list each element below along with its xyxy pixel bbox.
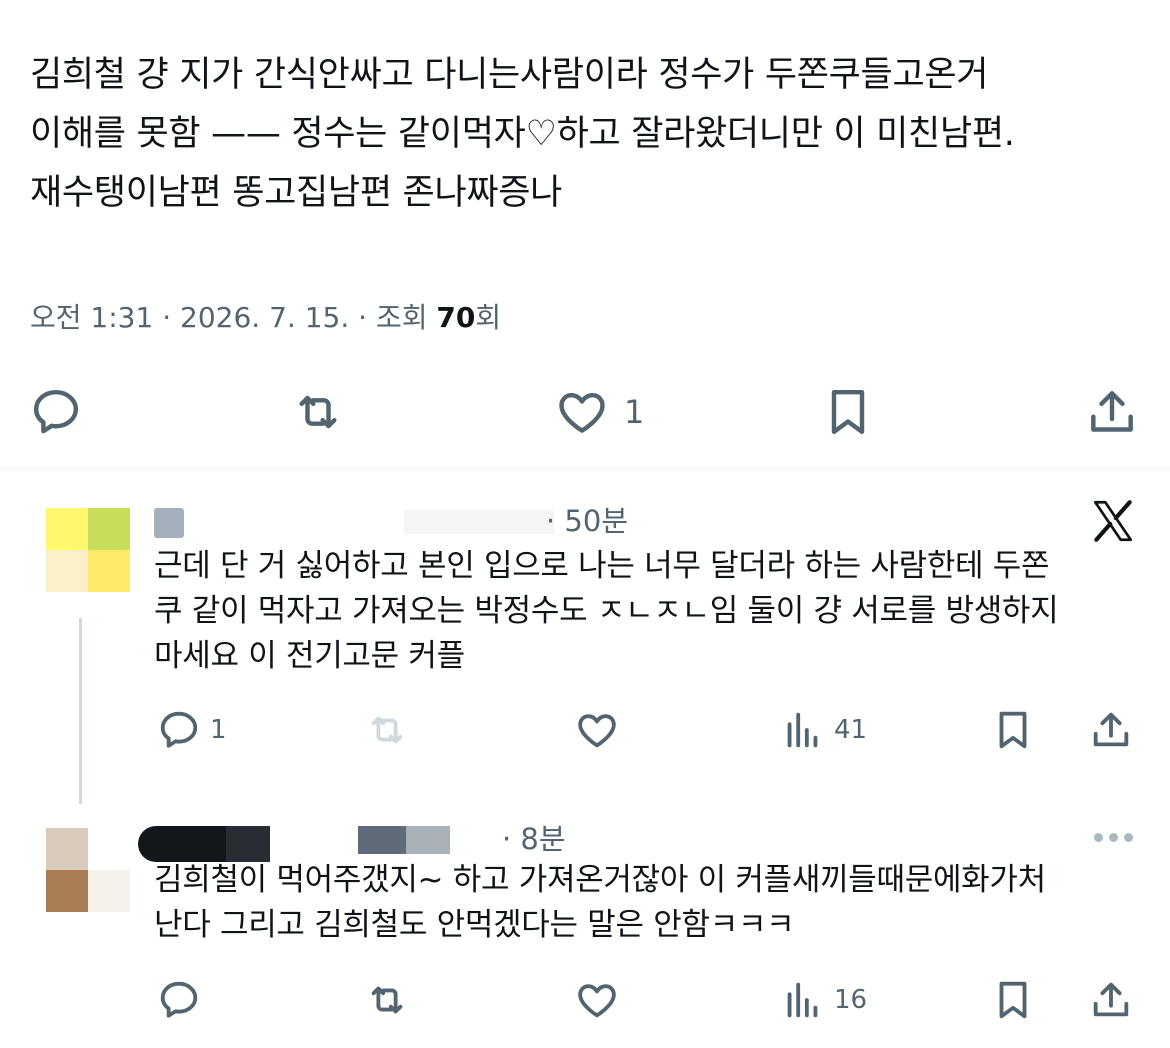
bookmark-button[interactable]	[990, 975, 1036, 1025]
reply-bubble-icon	[33, 389, 79, 434]
reply-text-line: 김희철이 먹어주갰지~ 하고 가져온거잖아 이 커플새끼들때문에화가처	[154, 862, 1046, 898]
reply-text-line: 난다 그리고 김희철도 안먹겠다는 말은 안함ㅋㅋㅋ	[154, 907, 795, 943]
bar-chart-icon	[787, 712, 818, 748]
share-upload-icon	[1093, 712, 1129, 747]
tweet-text-line: 이해를 못함 —— 정수는 같이먹자♡하고 잘라왔더니만 이 미친남편.	[30, 114, 1015, 154]
reply-button[interactable]: 1	[156, 705, 227, 755]
avatar-pixel	[88, 870, 130, 912]
x-logo-icon	[1093, 500, 1133, 542]
reply-button[interactable]	[156, 975, 202, 1025]
redacted-username	[154, 508, 184, 538]
tweet-time[interactable]: 오전 1:31	[30, 301, 153, 334]
reply-bubble-icon	[160, 981, 198, 1018]
more-dots-icon	[1124, 832, 1133, 842]
reply-bubble-icon	[160, 711, 198, 748]
reply-header: · 8분	[132, 816, 832, 862]
reply-time[interactable]: · 50분	[546, 498, 628, 540]
share-button[interactable]	[1084, 380, 1140, 444]
reply-text-line: 마세요 이 전기고문 커플	[154, 638, 465, 674]
heart-icon	[578, 984, 616, 1018]
avatar-pixel	[88, 508, 130, 550]
avatar-pixel	[46, 508, 88, 550]
share-upload-icon	[1093, 982, 1129, 1017]
redacted-username	[226, 826, 270, 862]
tweet-text: 김희철 걍 지가 간식안싸고 다니는사람이라 정수가 두쫀쿠들고온거 이해를 못…	[30, 46, 1140, 223]
reply-action-bar: 1 41	[0, 705, 1170, 755]
meta-separator: ·	[358, 301, 376, 334]
reply-action-bar: 16	[0, 975, 1170, 1025]
reply-time[interactable]: · 8분	[502, 816, 566, 858]
views-count: 41	[834, 715, 868, 745]
avatar[interactable]	[46, 828, 130, 912]
views-count: 16	[834, 985, 868, 1015]
retweet-icon	[299, 395, 337, 429]
like-button[interactable]	[574, 705, 620, 755]
views-label: 조회	[375, 301, 428, 334]
views-count[interactable]: 70	[436, 301, 475, 334]
avatar[interactable]	[46, 508, 130, 592]
redacted-handle	[358, 826, 406, 854]
bookmark-icon	[999, 711, 1027, 749]
heart-icon	[578, 714, 616, 748]
views-button[interactable]: 41	[780, 705, 867, 755]
like-count: 1	[624, 393, 645, 431]
views-suffix: 회	[475, 301, 502, 334]
like-button[interactable]	[574, 975, 620, 1025]
reply-text: 근데 단 거 싫어하고 본인 입으로 나는 너무 달더라 하는 사람한테 두쫀 …	[154, 544, 1139, 679]
meta-separator: ·	[162, 301, 181, 334]
reply-count: 1	[210, 715, 227, 745]
bookmark-icon	[831, 389, 865, 435]
share-button[interactable]	[1088, 705, 1134, 755]
tweet-text-line: 김희철 걍 지가 간식안싸고 다니는사람이라 정수가 두쫀쿠들고온거	[30, 55, 989, 95]
bar-chart-icon	[787, 982, 818, 1018]
reply-text-line: 쿠 같이 먹자고 가져오는 박정수도 ㅈㄴㅈㄴ임 둘이 걍 서로를 방생하지	[154, 593, 1059, 629]
retweet-icon	[371, 986, 403, 1014]
views-button[interactable]: 16	[780, 975, 867, 1025]
redacted-handle	[406, 826, 450, 854]
reply-button[interactable]	[28, 380, 84, 444]
share-button[interactable]	[1088, 975, 1134, 1025]
tweet-action-bar: 1	[0, 380, 1170, 444]
retweet-button[interactable]	[364, 975, 410, 1025]
bookmark-button[interactable]	[990, 705, 1036, 755]
avatar-pixel	[46, 828, 88, 870]
tweet-meta: 오전 1:31 · 2026. 7. 15. · 조회 70회	[30, 296, 501, 336]
redacted-handle	[404, 510, 554, 534]
reply-text-line: 근데 단 거 싫어하고 본인 입으로 나는 너무 달더라 하는 사람한테 두쫀	[154, 548, 1050, 584]
reply-text: 김희철이 먹어주갰지~ 하고 가져온거잖아 이 커플새끼들때문에화가처 난다 그…	[154, 858, 1139, 948]
tweet-text-line: 재수탱이남편 똥고집남편 존나짜증나	[30, 173, 563, 213]
redacted-username	[138, 826, 228, 862]
retweet-button[interactable]	[290, 380, 346, 444]
heart-icon	[559, 392, 605, 433]
tweet-date[interactable]: 2026. 7. 15.	[180, 301, 349, 334]
more-dots-icon	[1109, 832, 1118, 842]
avatar-pixel	[88, 550, 130, 592]
bookmark-button[interactable]	[820, 380, 876, 444]
avatar-pixel	[46, 550, 88, 592]
share-upload-icon	[1091, 391, 1133, 432]
divider	[0, 468, 1170, 469]
reply-header: · 50분	[154, 498, 854, 538]
bookmark-icon	[999, 981, 1027, 1019]
more-dots-icon	[1094, 832, 1103, 842]
more-options-button[interactable]	[1094, 822, 1140, 852]
like-button[interactable]: 1	[554, 380, 644, 444]
avatar-pixel	[88, 828, 130, 870]
avatar-pixel	[46, 870, 88, 912]
retweet-button[interactable]	[364, 705, 410, 755]
retweet-icon	[371, 716, 403, 744]
